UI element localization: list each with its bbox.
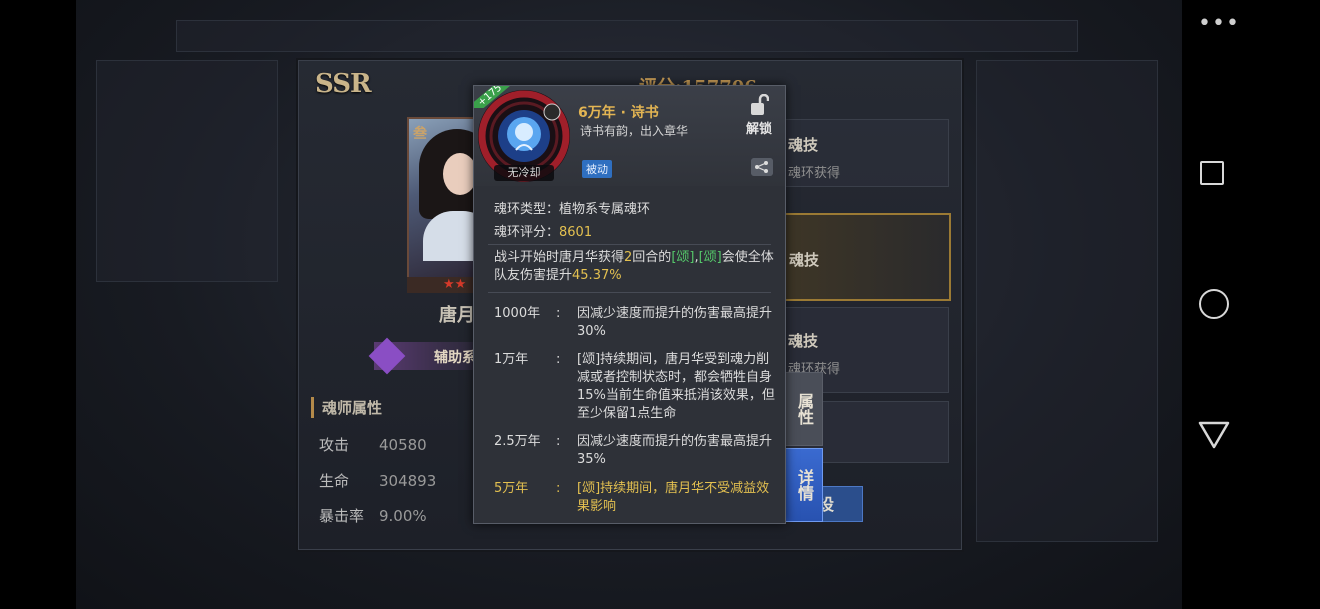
- ring-score-label: 魂环评分：: [494, 225, 560, 240]
- card-rank: 叁: [413, 126, 427, 142]
- ring-effect-description: 战斗开始时唐月华获得2回合的[颂],[颂]会使全体队友伤害提升45.37%: [494, 250, 774, 283]
- popup-body: 魂环类型：植物系专属魂环 魂环评分：8601 战斗开始时唐月华获得2回合的[颂]…: [474, 186, 785, 523]
- home-icon[interactable]: [1199, 289, 1229, 319]
- attribute-key: 攻击: [319, 436, 350, 454]
- attribute-row: 暴击率 9.00%: [319, 505, 427, 526]
- recent-apps-icon[interactable]: [1200, 161, 1224, 185]
- unlock-icon: [751, 94, 769, 115]
- back-icon[interactable]: [1197, 420, 1231, 450]
- tab-details[interactable]: 详情: [785, 448, 823, 522]
- background-left-panel: [96, 60, 278, 282]
- ring-score-value: 8601: [559, 225, 593, 240]
- attribute-row: 攻击 40580: [319, 434, 427, 455]
- attribute-value: 40580: [379, 436, 427, 454]
- divider: [488, 244, 771, 245]
- skill-slot-title: 魂技: [788, 332, 819, 350]
- hero-portrait-face: [443, 153, 477, 195]
- soul-ring-popup: +175 无冷却 6万年 · 诗书 诗书有韵，出入章华 解锁 被动 魂环类型：植…: [473, 85, 786, 524]
- popup-header: +175 无冷却 6万年 · 诗书 诗书有韵，出入章华 解锁 被动: [474, 86, 785, 186]
- attribute-value: 9.00%: [379, 507, 427, 525]
- ring-type-value: 植物系专属魂环: [559, 202, 651, 217]
- background-right-panel: [976, 60, 1158, 542]
- no-cooldown-label: 无冷却: [494, 165, 554, 181]
- ring-name: 6万年 · 诗书: [578, 105, 659, 121]
- attributes-title: 魂师属性: [311, 397, 382, 418]
- unlock-label: 解锁: [745, 122, 772, 137]
- ring-description: 诗书有韵，出入章华: [580, 124, 689, 138]
- divider: [488, 292, 771, 293]
- unlock-button[interactable]: 解锁: [742, 94, 776, 137]
- attribute-value: 304893: [379, 472, 437, 490]
- skill-slot-selected[interactable]: 魂技: [779, 213, 951, 301]
- more-options-icon[interactable]: •••: [1198, 13, 1239, 35]
- skill-slot-title: 魂技: [788, 136, 819, 154]
- ring-type-line: 魂环类型：植物系专属魂环: [494, 198, 650, 217]
- ring-type-label: 魂环类型：: [494, 202, 560, 217]
- passive-tag: 被动: [582, 160, 612, 178]
- attribute-row: 生命 304893: [319, 470, 436, 491]
- ring-score-line: 魂环评分：8601: [494, 221, 592, 240]
- plus-badge: +175: [474, 86, 510, 108]
- attribute-key: 暴击率: [319, 507, 365, 525]
- left-black-bar: [0, 0, 76, 609]
- tab-attributes[interactable]: 属性: [785, 372, 823, 446]
- ssr-label: SSR: [315, 69, 372, 99]
- skill-slot-title: 魂技: [789, 251, 820, 269]
- role-label: 辅助系: [434, 350, 476, 366]
- role-gem-icon: [368, 337, 406, 375]
- skill-slot[interactable]: 魂技 魂环获得: [779, 119, 949, 187]
- skill-slot-sub: 魂环获得: [788, 166, 841, 181]
- background-top-bar: [176, 20, 1078, 52]
- share-icon[interactable]: [751, 158, 773, 176]
- attribute-key: 生命: [319, 472, 350, 490]
